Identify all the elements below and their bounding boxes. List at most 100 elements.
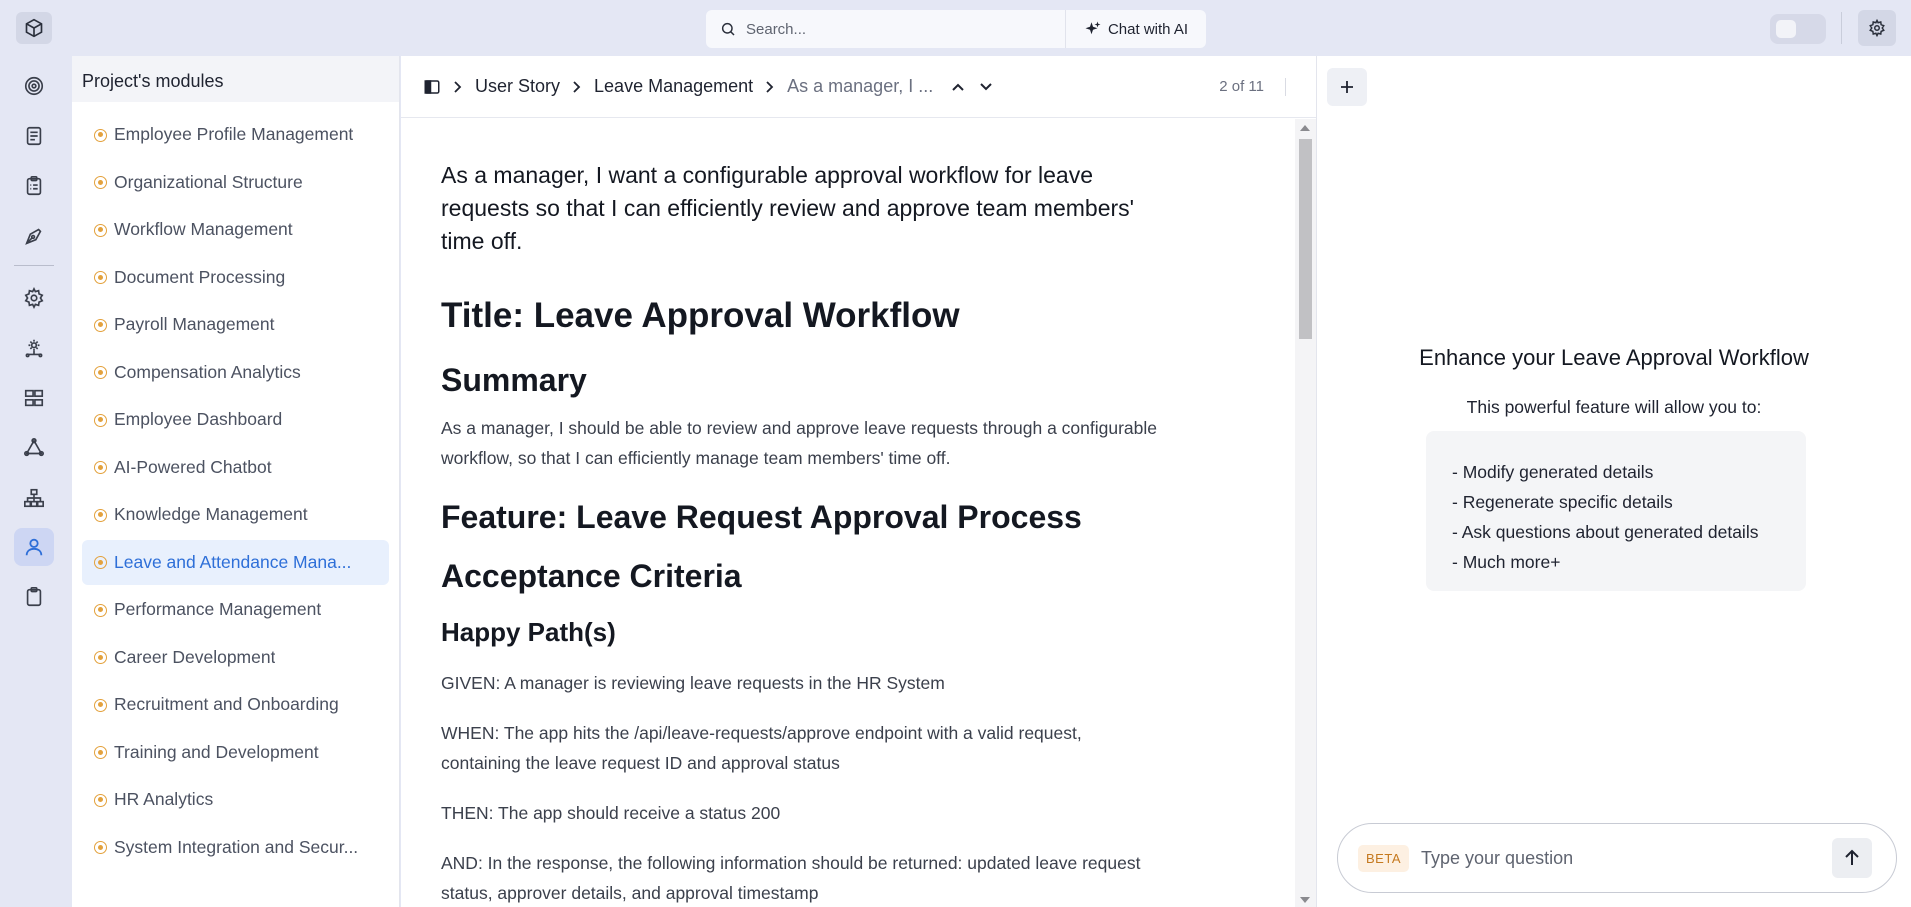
arrow-up-icon: [1845, 849, 1859, 865]
assistant-panel: Enhance your Leave Approval Workflow Thi…: [1316, 56, 1911, 907]
chevron-up-icon[interactable]: [951, 82, 965, 92]
module-dot-icon: [94, 128, 107, 142]
module-dot-icon: [94, 176, 107, 189]
module-item[interactable]: Training and Development: [82, 730, 389, 775]
scroll-down-arrow-icon[interactable]: [1300, 897, 1310, 903]
feature-item: - Much more+: [1452, 552, 1561, 572]
document-panel: User Story Leave Management As a manager…: [401, 56, 1316, 907]
module-dot-icon: [94, 651, 107, 664]
send-button[interactable]: [1832, 838, 1872, 878]
module-label: Workflow Management: [114, 219, 293, 239]
acceptance-heading: Acceptance Criteria: [441, 558, 742, 594]
module-item[interactable]: Payroll Management: [82, 302, 389, 347]
chat-with-ai-button[interactable]: Chat with AI: [1065, 10, 1206, 48]
new-chat-button[interactable]: [1327, 68, 1367, 106]
breadcrumb-user-story[interactable]: User Story: [475, 76, 560, 97]
summary-text: As a manager, I should be able to review…: [441, 418, 1158, 468]
feature-list: - Modify generated details - Regenerate …: [1426, 431, 1806, 591]
module-label: Knowledge Management: [114, 504, 308, 524]
search-input[interactable]: [746, 20, 1046, 38]
chevron-right-icon: [572, 80, 582, 94]
module-item[interactable]: HR Analytics: [82, 777, 389, 822]
module-label: Career Development: [114, 646, 276, 667]
module-item[interactable]: Workflow Management: [82, 207, 389, 252]
feature-heading: Feature: Leave Request Approval Process: [441, 499, 1082, 535]
breadcrumb-current: As a manager, I ...: [787, 76, 934, 96]
search-icon: [721, 22, 735, 36]
icon-rail: [0, 56, 68, 907]
module-label: Organizational Structure: [114, 171, 303, 192]
gear-network-icon[interactable]: [14, 329, 54, 367]
search-field[interactable]: [706, 10, 1065, 48]
modules-panel: Project's modules Employee Profile Manag…: [72, 56, 400, 907]
module-item[interactable]: AI-Powered Chatbot: [82, 445, 389, 490]
module-label: Employee Dashboard: [114, 409, 283, 429]
settings-icon[interactable]: [14, 279, 54, 317]
module-item[interactable]: Performance Management: [82, 587, 389, 632]
module-label: Compensation Analytics: [114, 361, 301, 382]
then-text: THEN: The app should receive a status 20…: [441, 803, 781, 823]
target-icon[interactable]: [14, 67, 54, 105]
document-header: User Story Leave Management As a manager…: [401, 56, 1316, 118]
module-item[interactable]: Knowledge Management: [82, 492, 389, 537]
module-item[interactable]: Organizational Structure: [82, 160, 389, 205]
breadcrumb-leave-management[interactable]: Leave Management: [594, 76, 753, 97]
story-counter: 2 of 11: [1219, 78, 1264, 95]
module-item[interactable]: Career Development: [82, 635, 389, 680]
module-dot-icon: [94, 366, 107, 379]
clipboard-list-icon[interactable]: [14, 167, 54, 205]
module-item-active[interactable]: Leave and Attendance Mana...: [82, 539, 389, 585]
theme-toggle[interactable]: [1770, 14, 1826, 44]
pen-tool-icon[interactable]: [14, 217, 54, 255]
top-divider: [1841, 12, 1842, 44]
document-scrollbar[interactable]: [1295, 119, 1316, 907]
module-dot-icon: [94, 413, 107, 427]
header-divider: [1285, 78, 1286, 96]
question-input[interactable]: [1421, 847, 1801, 869]
module-item[interactable]: Document Processing: [82, 255, 389, 300]
module-label: Employee Profile Management: [114, 124, 354, 144]
gear-icon: [1869, 19, 1885, 37]
clipboard-icon[interactable]: [14, 578, 54, 616]
enhance-title: Enhance your Leave Approval Workflow: [1419, 345, 1809, 370]
module-item[interactable]: Employee Profile Management: [82, 112, 389, 157]
layout-grid-icon[interactable]: [14, 379, 54, 417]
sidebar-toggle-icon[interactable]: [423, 78, 441, 96]
feature-item: - Regenerate specific details: [1452, 492, 1673, 512]
search-bar: Chat with AI: [706, 10, 1206, 48]
module-dot-icon: [94, 698, 107, 712]
hierarchy-icon[interactable]: [14, 479, 54, 517]
module-label: Training and Development: [114, 741, 319, 762]
module-label: Document Processing: [114, 266, 286, 287]
app-logo-icon[interactable]: [16, 12, 52, 44]
module-dot-icon: [94, 223, 107, 237]
settings-button[interactable]: [1858, 10, 1896, 46]
module-dot-icon: [94, 318, 107, 332]
module-dot-icon: [94, 603, 107, 617]
chevron-down-icon[interactable]: [979, 82, 993, 92]
and-text: AND: In the response, the following info…: [441, 853, 1141, 903]
user-story-text: As a manager, I want a configurable appr…: [441, 162, 1135, 254]
toggle-knob: [1776, 20, 1796, 38]
module-item[interactable]: Recruitment and Onboarding: [82, 682, 389, 727]
module-item[interactable]: System Integration and Secur...: [82, 825, 389, 870]
chat-with-ai-label: Chat with AI: [1107, 20, 1189, 38]
module-dot-icon: [94, 841, 107, 854]
feature-item: - Ask questions about generated details: [1452, 522, 1759, 542]
rail-divider: [14, 265, 54, 266]
triangle-nodes-icon[interactable]: [14, 429, 54, 467]
given-text: GIVEN: A manager is reviewing leave requ…: [441, 673, 945, 693]
module-label: AI-Powered Chatbot: [114, 456, 272, 477]
scroll-up-arrow-icon[interactable]: [1300, 125, 1310, 131]
scroll-thumb[interactable]: [1299, 139, 1312, 339]
document-body: As a manager, I want a configurable appr…: [401, 119, 1295, 907]
chevron-right-icon: [765, 80, 775, 94]
document-icon[interactable]: [14, 117, 54, 155]
module-list: Employee Profile Management Organization…: [72, 102, 399, 870]
module-item[interactable]: Compensation Analytics: [82, 350, 389, 395]
module-dot-icon: [94, 556, 107, 569]
sparkle-icon: [1085, 21, 1101, 35]
module-item[interactable]: Employee Dashboard: [82, 397, 389, 442]
user-icon[interactable]: [14, 528, 54, 566]
module-dot-icon: [94, 508, 107, 522]
